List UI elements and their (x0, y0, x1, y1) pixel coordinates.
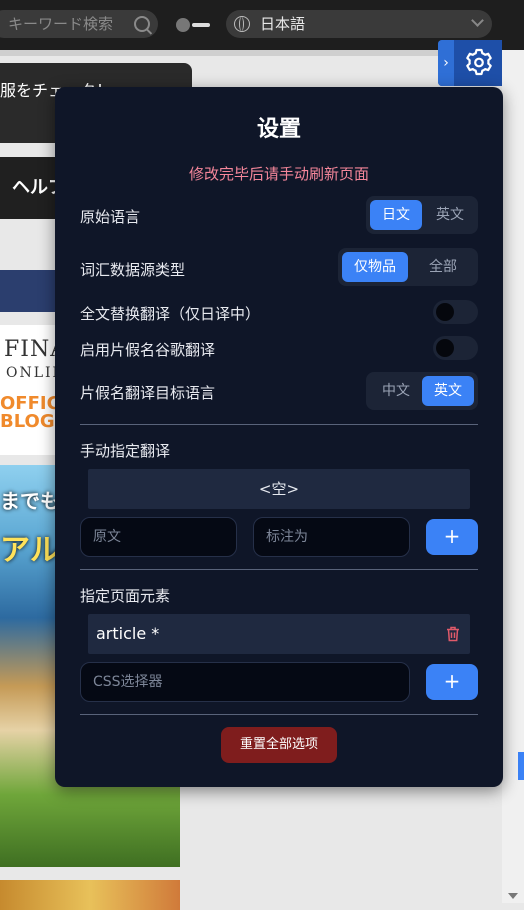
site-search-placeholder: キーワード検索 (8, 15, 114, 33)
toggle-knob (436, 339, 454, 357)
source-language-segment: 日文 英文 (366, 196, 478, 234)
mark-as-placeholder: 标注为 (266, 529, 308, 545)
full-text-translate-label: 全文替换翻译（仅日译中） (80, 305, 261, 323)
panel-title: 设置 (256, 117, 301, 142)
toggle-knob (436, 303, 454, 321)
katakana-target-option-en[interactable]: 英文 (422, 376, 474, 406)
add-element-button[interactable]: + (426, 664, 478, 700)
vocab-source-segment: 仅物品 全部 (338, 248, 478, 286)
add-translation-button[interactable]: + (426, 519, 478, 555)
css-selector-input[interactable]: CSS选择器 (80, 662, 410, 702)
logo-text-3b: BLOG (0, 411, 55, 432)
page-element-item: article * (88, 614, 470, 654)
site-search-input[interactable]: キーワード検索 (0, 10, 158, 38)
language-select[interactable]: 日本語 (226, 10, 492, 38)
full-text-translate-toggle[interactable] (433, 300, 478, 324)
katakana-target-option-zh[interactable]: 中文 (370, 376, 422, 406)
chevron-down-icon (471, 14, 484, 27)
page-element-selector: article * (96, 624, 160, 643)
scroll-down-icon[interactable] (508, 893, 518, 899)
site-artwork-image-2[interactable] (0, 880, 180, 910)
vocab-source-label: 词汇数据源类型 (80, 261, 186, 279)
theme-toggle[interactable] (176, 18, 210, 32)
art-text-1: までも (0, 489, 60, 513)
divider (80, 424, 478, 425)
katakana-google-label: 启用片假名谷歌翻译 (80, 341, 216, 359)
globe-icon (234, 16, 250, 32)
refresh-warning: 修改完毕后请手动刷新页面 (188, 165, 369, 183)
katakana-target-segment: 中文 英文 (366, 372, 478, 410)
page-elements-label: 指定页面元素 (80, 587, 171, 605)
manual-translation-empty: <空> (88, 469, 470, 509)
original-text-placeholder: 原文 (93, 529, 121, 545)
source-language-option-en[interactable]: 英文 (426, 200, 474, 230)
divider (80, 569, 478, 570)
source-language-label: 原始语言 (80, 208, 141, 226)
css-selector-placeholder: CSS选择器 (93, 674, 163, 690)
settings-toggle-tab[interactable]: › (438, 40, 502, 86)
search-icon[interactable] (134, 16, 150, 32)
vocab-source-option-items[interactable]: 仅物品 (342, 252, 408, 282)
source-language-option-ja[interactable]: 日文 (370, 200, 422, 230)
vocab-source-option-all[interactable]: 全部 (412, 252, 474, 282)
mark-as-input[interactable]: 标注为 (253, 517, 410, 557)
katakana-target-label: 片假名翻译目标语言 (80, 384, 216, 402)
divider (80, 714, 478, 715)
trash-icon[interactable] (446, 626, 460, 642)
reset-all-button[interactable]: 重置全部选项 (221, 727, 337, 763)
original-text-input[interactable]: 原文 (80, 517, 237, 557)
language-value: 日本語 (260, 15, 306, 33)
manual-translation-label: 手动指定翻译 (80, 442, 171, 460)
site-edge-accent (518, 752, 524, 780)
settings-panel: 设置 修改完毕后请手动刷新页面 原始语言 日文 英文 词汇数据源类型 仅物品 全… (55, 87, 503, 787)
chevron-right-icon[interactable]: › (438, 40, 454, 86)
katakana-google-toggle[interactable] (433, 336, 478, 360)
gear-icon[interactable] (456, 40, 502, 86)
